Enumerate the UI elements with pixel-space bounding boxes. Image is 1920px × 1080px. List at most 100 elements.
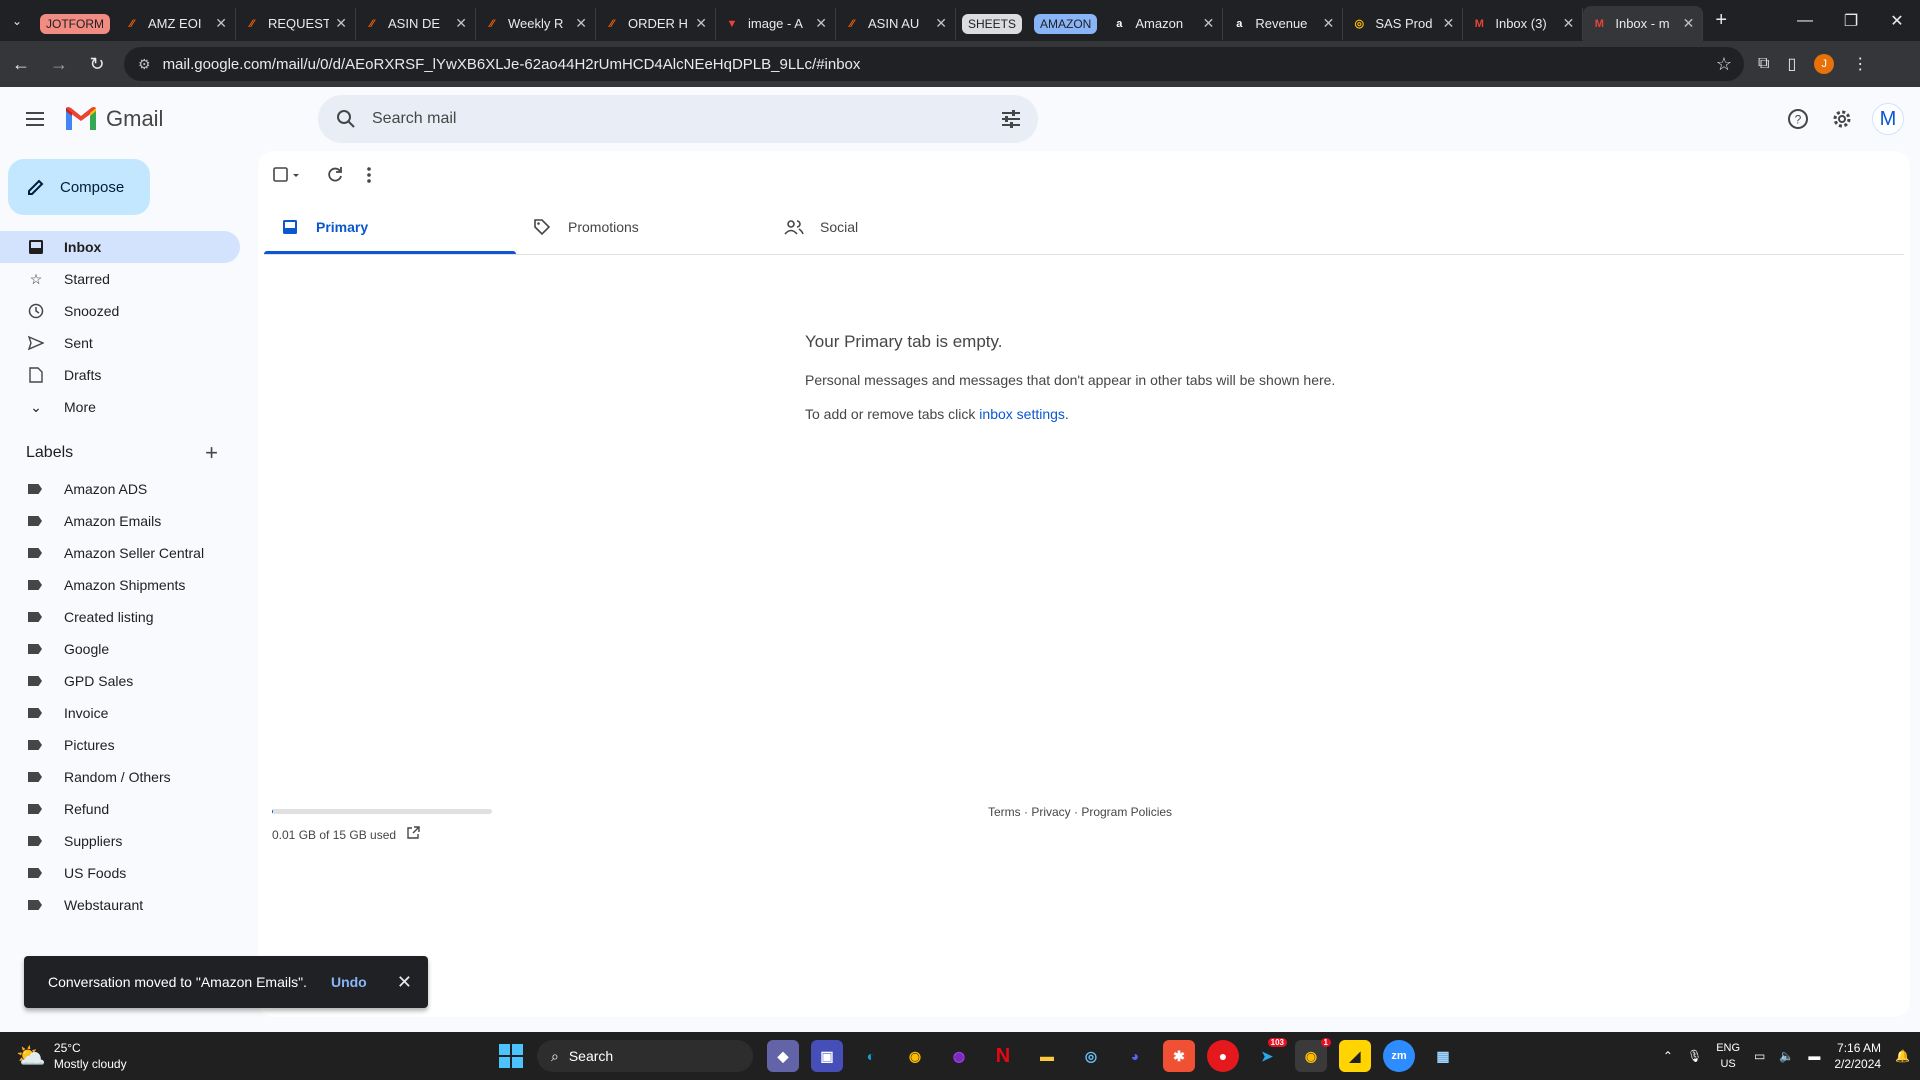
label-item[interactable]: Amazon Seller Central — [0, 537, 256, 569]
browser-tab[interactable]: a Revenue ✕ — [1223, 7, 1344, 40]
sidebar-item-more[interactable]: ⌄ More — [0, 391, 240, 423]
account-avatar[interactable]: M — [1872, 103, 1904, 135]
label-item[interactable]: Refund — [0, 793, 256, 825]
netflix-icon[interactable]: N — [987, 1040, 1019, 1072]
close-icon[interactable]: ✕ — [815, 15, 827, 32]
more-options-icon[interactable] — [366, 157, 372, 193]
label-item[interactable]: Webstaurant — [0, 889, 256, 921]
close-icon[interactable]: ✕ — [1563, 15, 1575, 32]
close-icon[interactable]: ✕ — [935, 15, 947, 32]
messenger-icon[interactable]: ◍ — [943, 1040, 975, 1072]
chevron-up-icon[interactable]: ⌃ — [1663, 1049, 1673, 1063]
compose-button[interactable]: Compose — [8, 159, 150, 215]
close-icon[interactable]: ✕ — [215, 15, 227, 32]
reload-icon[interactable]: ↻ — [80, 47, 114, 81]
browser-tab[interactable]: ◎ SAS Prod ✕ — [1343, 7, 1464, 40]
input-language[interactable]: ENG US — [1716, 1040, 1740, 1072]
close-icon[interactable]: ✕ — [397, 972, 412, 993]
windows-start-icon[interactable] — [499, 1044, 523, 1068]
label-item[interactable]: Amazon ADS — [0, 473, 256, 505]
restore-icon[interactable]: ❐ — [1828, 11, 1874, 31]
tab-group-chip[interactable]: SHEETS — [962, 13, 1023, 34]
label-item[interactable]: US Foods — [0, 857, 256, 889]
open-external-icon[interactable] — [406, 826, 420, 843]
sidebar-item-inbox[interactable]: Inbox — [0, 231, 240, 263]
footer-links[interactable]: Terms · Privacy · Program Policies — [988, 805, 1172, 819]
network-icon[interactable]: ▭ — [1754, 1049, 1765, 1063]
address-bar[interactable]: ⚙ mail.google.com/mail/u/0/d/AEoRXRSF_lY… — [124, 47, 1744, 81]
new-tab-icon[interactable]: + — [1715, 9, 1727, 32]
search-bar[interactable] — [318, 95, 1038, 143]
label-item[interactable]: Invoice — [0, 697, 256, 729]
browser-tab[interactable]: ▼ image - A ✕ — [716, 7, 836, 40]
add-label-icon[interactable]: + — [205, 440, 218, 466]
label-item[interactable]: Google — [0, 633, 256, 665]
select-checkbox[interactable] — [272, 157, 304, 193]
sticky-notes-icon[interactable]: ◢ — [1339, 1040, 1371, 1072]
gmail-logo[interactable]: Gmail — [64, 106, 254, 132]
clock[interactable]: 7:16 AM 2/2/2024 — [1834, 1040, 1881, 1072]
weather-widget[interactable]: ⛅ 25°C Mostly cloudy — [16, 1040, 436, 1072]
copilot-icon[interactable]: ◆ — [767, 1040, 799, 1072]
label-item[interactable]: Amazon Emails — [0, 505, 256, 537]
taskbar-search[interactable]: ⌕ Search — [537, 1040, 753, 1072]
browser-tab-active[interactable]: M Inbox - m ✕ — [1583, 6, 1704, 41]
zoom-icon[interactable]: zm — [1383, 1040, 1415, 1072]
tab-group-chip[interactable]: AMAZON — [1034, 13, 1098, 34]
chrome-menu-icon[interactable]: ⋮ — [1852, 54, 1868, 74]
sidebar-item-sent[interactable]: Sent — [0, 327, 240, 359]
sidebar-item-snoozed[interactable]: Snoozed — [0, 295, 240, 327]
chrome-active-icon[interactable]: ◉ 1 — [1295, 1038, 1331, 1072]
browser-tab[interactable]: ⁄⁄ ORDER H ✕ — [596, 7, 716, 40]
settings-gear-icon[interactable] — [1828, 105, 1856, 133]
back-icon[interactable]: ← — [4, 47, 38, 81]
label-item[interactable]: Random / Others — [0, 761, 256, 793]
app-red-icon[interactable]: ● — [1207, 1040, 1239, 1072]
close-icon[interactable]: ✕ — [1443, 15, 1455, 32]
chrome-icon[interactable]: ◉ — [899, 1040, 931, 1072]
close-icon[interactable]: ✕ — [455, 15, 467, 32]
forward-icon[interactable]: → — [42, 47, 76, 81]
label-item[interactable]: Amazon Shipments — [0, 569, 256, 601]
site-info-icon[interactable]: ⚙ — [138, 56, 151, 73]
close-icon[interactable]: ✕ — [335, 15, 347, 32]
edge-icon[interactable]: ◐ — [855, 1040, 887, 1072]
teams-icon[interactable]: ▣ — [811, 1040, 843, 1072]
label-item[interactable]: GPD Sales — [0, 665, 256, 697]
tab-promotions[interactable]: Promotions — [516, 199, 768, 254]
close-icon[interactable]: ✕ — [695, 15, 707, 32]
close-window-icon[interactable]: ✕ — [1874, 11, 1920, 31]
help-icon[interactable]: ? — [1784, 105, 1812, 133]
browser-tab[interactable]: ⁄⁄ ASIN DE ✕ — [356, 7, 476, 40]
notifications-bell-icon[interactable]: 🔔 — [1895, 1049, 1910, 1063]
volume-icon[interactable]: 🔈 — [1779, 1049, 1794, 1063]
discord-icon[interactable]: ◕ — [1119, 1040, 1151, 1072]
label-item[interactable]: Suppliers — [0, 825, 256, 857]
close-icon[interactable]: ✕ — [1203, 15, 1215, 32]
refresh-icon[interactable] — [326, 157, 344, 193]
search-icon[interactable] — [334, 107, 358, 131]
extensions-icon[interactable]: ⧉ — [1758, 55, 1769, 73]
undo-button[interactable]: Undo — [331, 974, 367, 990]
browser-tab[interactable]: ⁄⁄ Weekly R ✕ — [476, 7, 596, 40]
close-icon[interactable]: ✕ — [1323, 15, 1335, 32]
close-icon[interactable]: ✕ — [1683, 15, 1695, 32]
search-input[interactable] — [372, 110, 1000, 128]
side-panel-icon[interactable]: ▯ — [1787, 54, 1796, 74]
browser-tab[interactable]: ⁄⁄ ASIN AU ✕ — [836, 7, 956, 40]
battery-icon[interactable]: ▬ — [1808, 1049, 1820, 1063]
bookmark-star-icon[interactable]: ☆ — [1716, 54, 1732, 75]
inbox-settings-link[interactable]: inbox settings — [979, 406, 1065, 422]
close-icon[interactable]: ✕ — [575, 15, 587, 32]
tab-primary[interactable]: Primary — [264, 199, 516, 254]
microphone-icon[interactable]: 🎙 — [1687, 1049, 1702, 1063]
sidebar-item-drafts[interactable]: Drafts — [0, 359, 240, 391]
app-icon[interactable]: ✱ — [1163, 1040, 1195, 1072]
browser-tab[interactable]: a Amazon ✕ — [1103, 7, 1224, 40]
minimize-icon[interactable]: — — [1782, 12, 1828, 30]
main-menu-icon[interactable] — [12, 95, 60, 143]
browser-tab[interactable]: ⁄⁄ AMZ EOI ✕ — [116, 7, 236, 40]
profile-avatar[interactable]: J — [1814, 54, 1835, 74]
tab-group-chip[interactable]: JOTFORM — [40, 13, 110, 34]
steam-icon[interactable]: ◎ — [1075, 1040, 1107, 1072]
